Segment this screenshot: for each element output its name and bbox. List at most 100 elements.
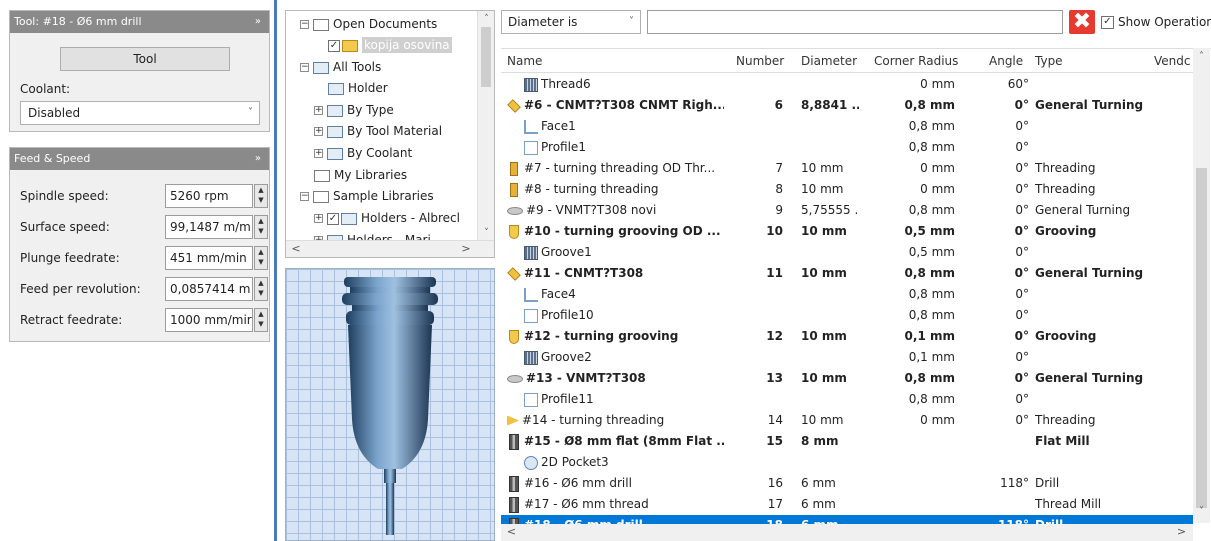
scroll-left-icon[interactable]: < xyxy=(288,241,304,257)
tree-node[interactable]: + By Tool Material xyxy=(314,121,442,142)
scroll-thumb[interactable] xyxy=(1196,168,1207,508)
checkbox-icon[interactable]: ✓ xyxy=(1101,16,1114,29)
collapse-icon[interactable]: − xyxy=(300,63,309,72)
scroll-down-icon[interactable]: ˅ xyxy=(478,225,494,241)
column-header-vendor[interactable]: Vendc xyxy=(1154,49,1190,73)
checkbox-icon[interactable]: ✓ xyxy=(328,39,340,52)
table-row[interactable]: Face4 0,8 mm 0° xyxy=(501,284,1193,305)
tree-node[interactable]: + ✓ Holders - Albrecl xyxy=(314,208,460,229)
column-header-name[interactable]: Name xyxy=(507,49,542,73)
table-row[interactable]: #10 - turning grooving OD ... 10 10 mm 0,5 … xyxy=(501,221,1193,242)
feed-speed-input[interactable]: 0,0857414 m xyxy=(165,277,253,301)
expand-icon[interactable]: + xyxy=(314,214,323,223)
table-row[interactable]: Thread6 0 mm 60° xyxy=(501,74,1193,95)
expand-icon[interactable]: + xyxy=(314,106,323,115)
table-row[interactable]: Profile10 0,8 mm 0° xyxy=(501,305,1193,326)
scroll-right-icon[interactable]: > xyxy=(1173,524,1190,541)
table-row[interactable]: #15 - Ø8 mm flat (8mm Flat ... 15 8 mm Flat… xyxy=(501,431,1193,452)
column-header-diameter[interactable]: Diameter xyxy=(801,49,857,73)
coolant-select[interactable]: Disabled ˅ xyxy=(20,101,260,125)
tree-vertical-scrollbar[interactable]: ˄ ˅ xyxy=(477,11,494,241)
tree-node[interactable]: + By Coolant xyxy=(314,143,412,164)
tree-node[interactable]: − Open Documents xyxy=(300,14,437,35)
column-header-angle[interactable]: Angle xyxy=(989,49,1023,73)
tool-table[interactable]: Name Number Diameter Corner Radius Angle… xyxy=(501,48,1211,541)
feed-speed-input[interactable]: 451 mm/min xyxy=(165,246,253,270)
table-row[interactable]: #14 - turning threading 14 10 mm 0 mm 0° Thre… xyxy=(501,410,1193,431)
scroll-up-icon[interactable]: ˄ xyxy=(478,11,494,27)
cell-name-text: #15 - Ø8 mm flat (8mm Flat ... xyxy=(524,434,724,448)
scroll-right-icon[interactable]: > xyxy=(458,241,474,257)
feed-speed-input[interactable]: 99,1487 m/m xyxy=(165,215,253,239)
tree-node[interactable]: Holder xyxy=(328,78,388,99)
tree-node[interactable]: − All Tools xyxy=(300,57,381,78)
tool-panel-header[interactable]: Tool: #18 - Ø6 mm drill » xyxy=(10,11,269,33)
table-row[interactable]: #7 - turning threading OD Thr... 7 10 mm 0 … xyxy=(501,158,1193,179)
folder-icon xyxy=(314,169,330,182)
drill-icon xyxy=(509,475,519,492)
scroll-up-icon[interactable]: ˄ xyxy=(1193,48,1210,65)
tree-node[interactable]: My Libraries xyxy=(314,165,407,186)
spinner-icon[interactable]: ▲ ▼ xyxy=(254,184,268,208)
clear-filter-button[interactable]: ✖ xyxy=(1069,10,1095,34)
library-icon xyxy=(313,61,329,74)
scroll-left-icon[interactable]: < xyxy=(503,524,520,541)
show-operations-checkbox[interactable]: ✓ Show Operation xyxy=(1101,13,1211,31)
cell-diameter: 10 mm xyxy=(801,182,844,196)
table-row[interactable]: #16 - Ø6 mm drill 16 6 mm 118° Drill xyxy=(501,473,1193,494)
chevron-down-icon: ˅ xyxy=(629,16,634,27)
collapse-icon[interactable]: − xyxy=(300,20,309,29)
threading-holder-icon xyxy=(510,182,518,197)
tree-node[interactable]: + By Type xyxy=(314,100,394,121)
column-header-type[interactable]: Type xyxy=(1035,49,1063,73)
feed-speed-input[interactable]: 1000 mm/mir xyxy=(165,308,253,332)
collapse-icon[interactable]: » xyxy=(255,148,261,170)
cell-angle: 0° xyxy=(1015,203,1029,217)
expand-icon[interactable]: + xyxy=(314,127,323,136)
tree-node[interactable]: − Sample Libraries xyxy=(300,186,434,207)
table-row[interactable]: #8 - turning threading 8 10 mm 0 mm 0° Thread… xyxy=(501,179,1193,200)
tree-node[interactable]: ✓ kopija osovina xyxy=(328,35,452,56)
filter-field-select[interactable]: Diameter is ˅ xyxy=(501,10,641,34)
table-row[interactable]: Groove1 0,5 mm 0° xyxy=(501,242,1193,263)
spinner-icon[interactable]: ▲ ▼ xyxy=(254,308,268,332)
table-vertical-scrollbar[interactable]: ˄ ˅ xyxy=(1193,48,1210,523)
column-header-corner-radius[interactable]: Corner Radius xyxy=(874,49,958,73)
feed-speed-header[interactable]: Feed & Speed » xyxy=(10,148,269,170)
tool-button[interactable]: Tool xyxy=(60,47,230,71)
collapse-icon[interactable]: » xyxy=(255,11,261,33)
tree-horizontal-scrollbar[interactable]: < > xyxy=(286,240,494,257)
table-horizontal-scrollbar[interactable]: < > xyxy=(501,524,1193,541)
table-row[interactable]: 2D Pocket3 xyxy=(501,452,1193,473)
table-row[interactable]: #11 - CNMT?T308 11 10 mm 0,8 mm 0° General Tu… xyxy=(501,263,1193,284)
library-tree[interactable]: − Open Documents ✓ kopija osovina − All Tools… xyxy=(285,10,495,258)
splitter[interactable] xyxy=(274,0,277,541)
table-row[interactable]: Profile1 0,8 mm 0° xyxy=(501,137,1193,158)
table-row[interactable]: Groove2 0,1 mm 0° xyxy=(501,347,1193,368)
column-header-number[interactable]: Number xyxy=(736,49,784,73)
table-row[interactable]: #12 - turning grooving 12 10 mm 0,1 mm 0° Gro… xyxy=(501,326,1193,347)
collapse-icon[interactable]: − xyxy=(300,192,309,201)
table-row[interactable]: Face1 0,8 mm 0° xyxy=(501,116,1193,137)
scroll-down-icon[interactable]: ˅ xyxy=(1193,503,1210,520)
table-row[interactable]: #9 - VNMT?T308 novi 9 5,75555 ... 0,8 mm 0° G… xyxy=(501,200,1193,221)
cell-corner: 0,5 mm xyxy=(908,245,955,259)
tool-preview[interactable] xyxy=(285,268,495,541)
table-row[interactable]: #17 - Ø6 mm thread 17 6 mm Thread Mill xyxy=(501,494,1193,515)
table-row[interactable]: Profile11 0,8 mm 0° xyxy=(501,389,1193,410)
cell-name-text: #7 - turning threading OD Thr... xyxy=(524,161,716,175)
cell-number: 17 xyxy=(767,497,783,511)
spinner-icon[interactable]: ▲ ▼ xyxy=(254,215,268,239)
table-row[interactable]: #6 - CNMT?T308 CNMT Righ... 6 8,8841 ... 0,… xyxy=(501,95,1193,116)
scroll-thumb[interactable] xyxy=(481,27,491,87)
drill-icon xyxy=(509,433,519,450)
expand-icon[interactable]: + xyxy=(314,149,323,158)
spinner-icon[interactable]: ▲ ▼ xyxy=(254,277,268,301)
feed-speed-input[interactable]: 5260 rpm xyxy=(165,184,253,208)
filter-value-input[interactable] xyxy=(647,10,1063,34)
table-row[interactable]: #13 - VNMT?T308 13 10 mm 0,8 mm 0° General Tu… xyxy=(501,368,1193,389)
spinner-icon[interactable]: ▲ ▼ xyxy=(254,246,268,270)
cell-type: Threading xyxy=(1035,413,1096,427)
drill-icon xyxy=(509,496,519,513)
checkbox-icon[interactable]: ✓ xyxy=(327,212,339,225)
